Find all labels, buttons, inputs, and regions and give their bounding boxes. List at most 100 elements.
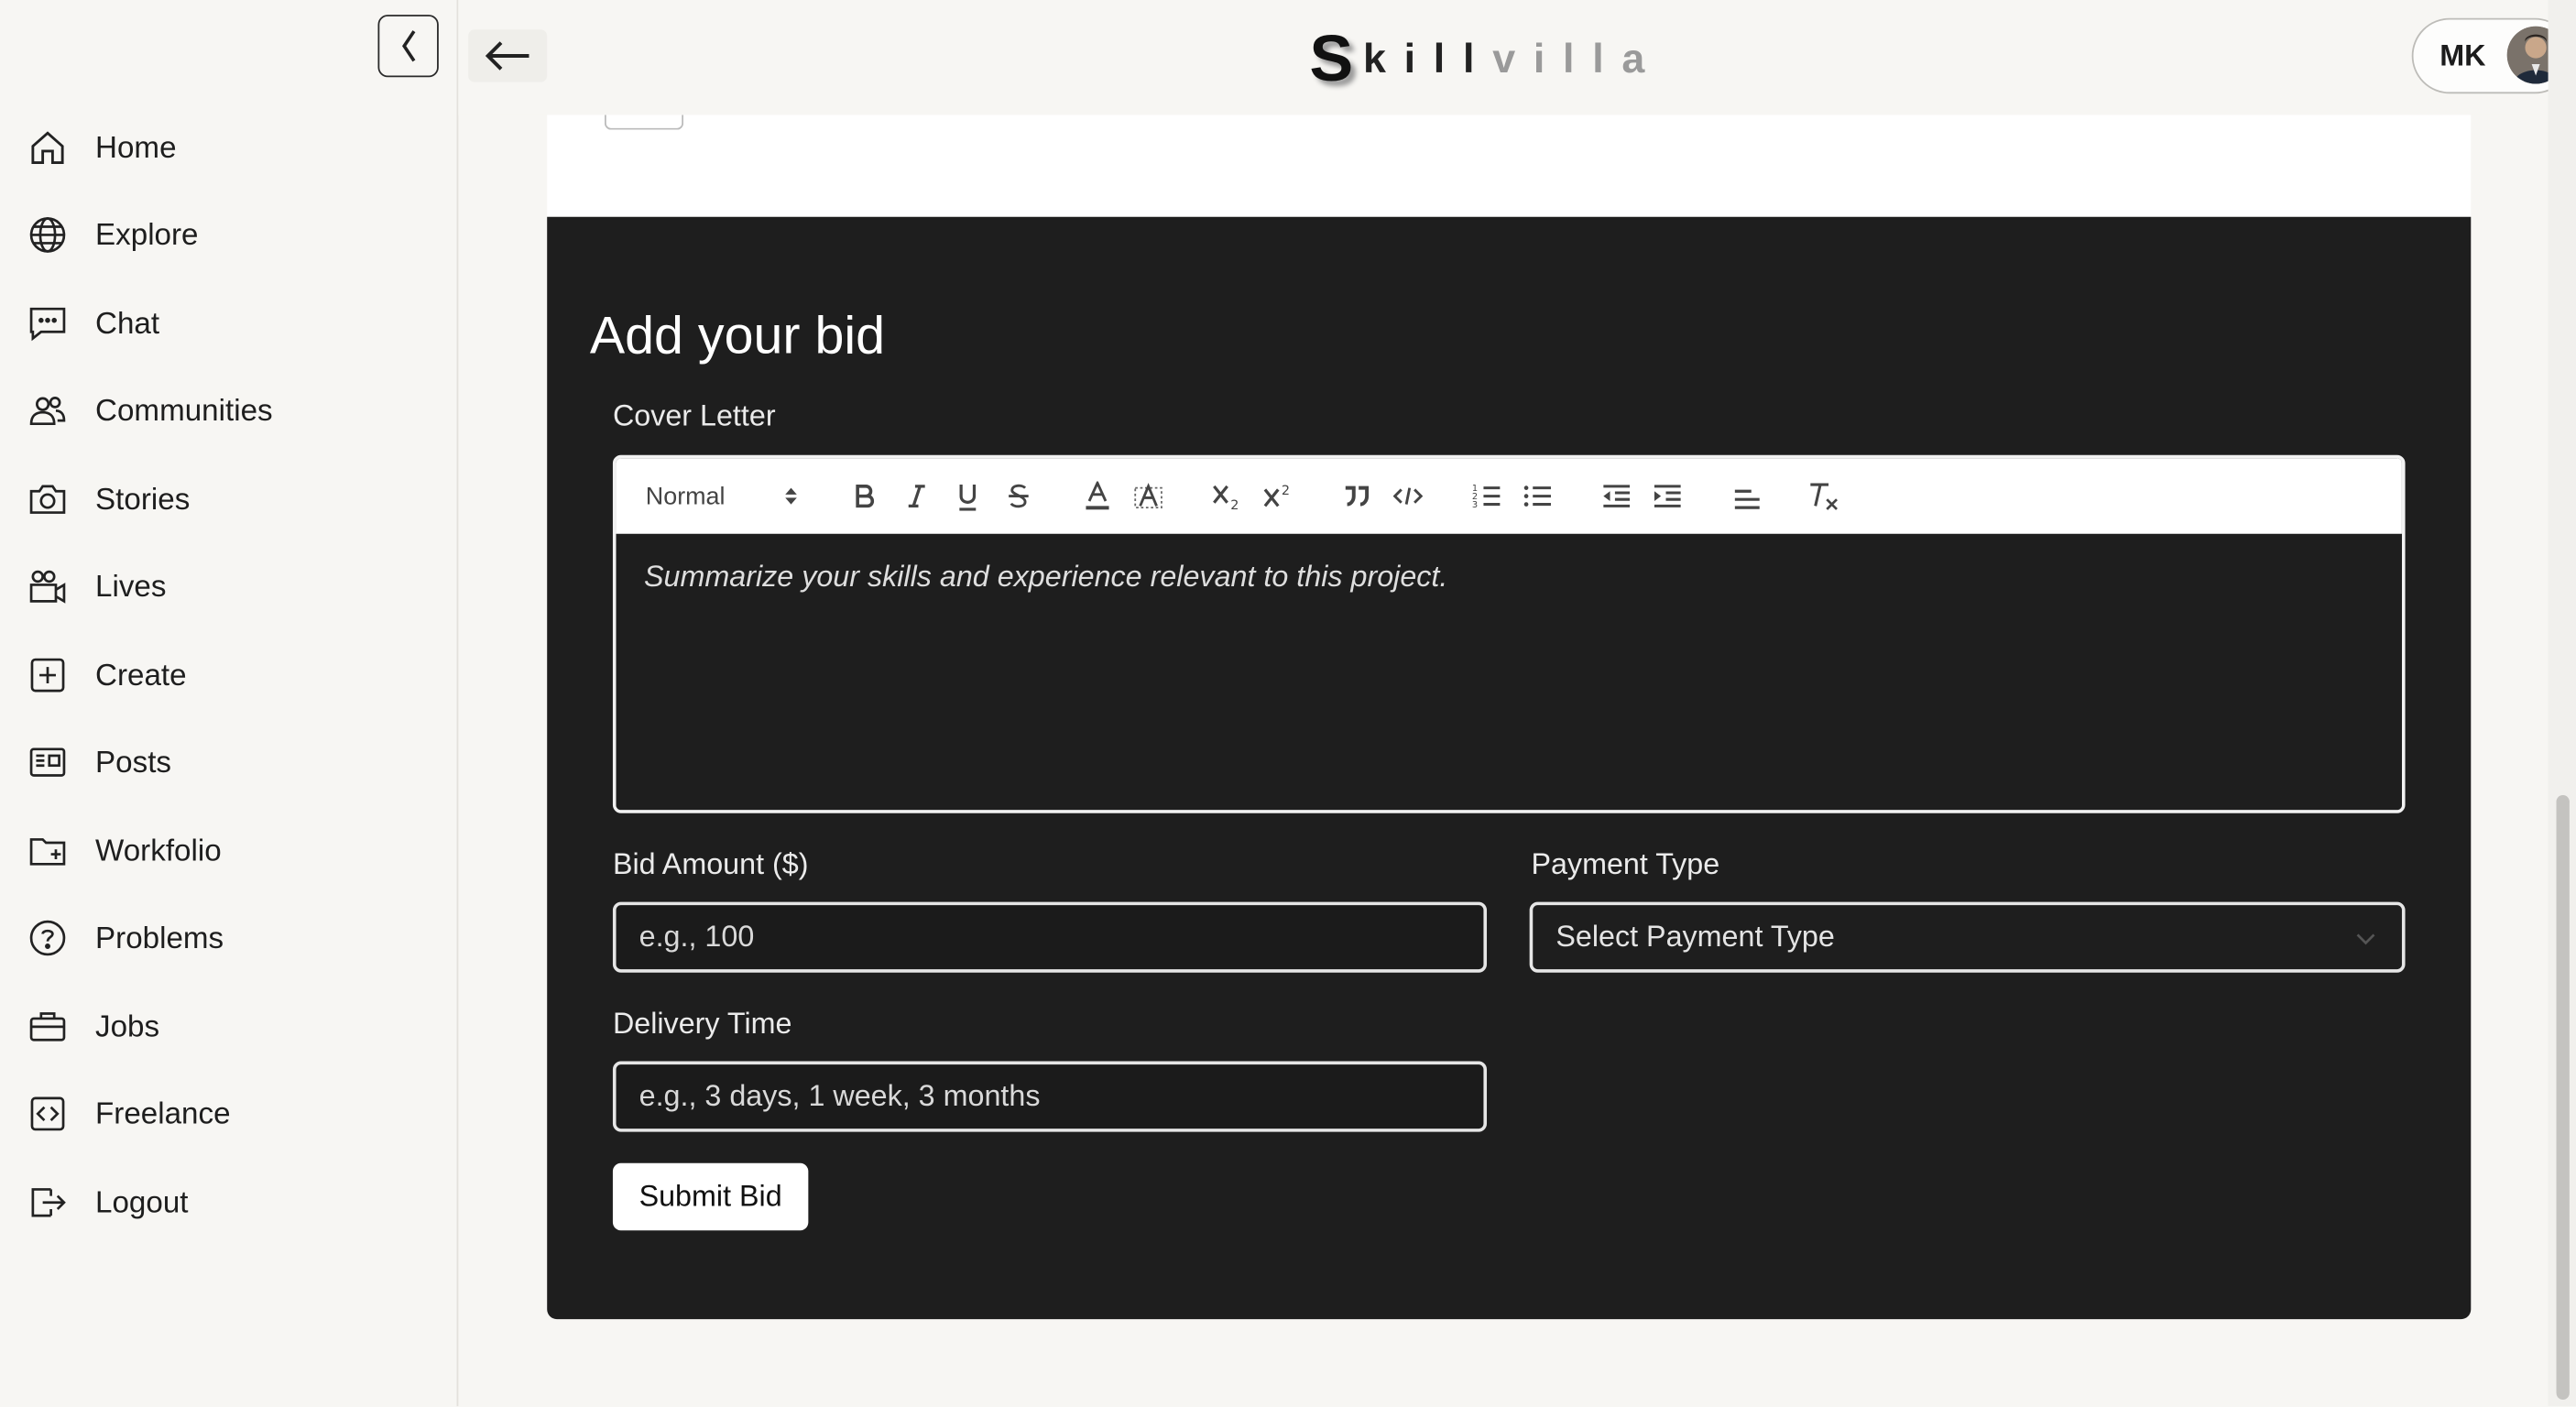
delivery-time-input[interactable] (612, 1061, 1488, 1132)
outdent-button[interactable] (1599, 478, 1634, 514)
profile-initials: MK (2440, 38, 2486, 72)
payment-type-label: Payment Type (1531, 847, 1720, 881)
arrow-left-icon (485, 41, 529, 71)
sidebar-item-create[interactable]: Create (0, 631, 457, 719)
cover-letter-input[interactable]: Summarize your skills and experience rel… (616, 533, 2402, 811)
outdent-icon (1603, 485, 1631, 507)
sidebar-item-explore[interactable]: Explore (0, 191, 457, 279)
align-button[interactable] (1729, 478, 1764, 514)
submit-bid-button[interactable]: Submit Bid (612, 1162, 809, 1231)
sidebar-item-stories[interactable]: Stories (0, 455, 457, 543)
text-color-icon (1086, 481, 1109, 510)
quote-icon (1345, 485, 1370, 507)
sidebar-item-communities[interactable]: Communities (0, 367, 457, 455)
align-left-icon (1734, 489, 1760, 509)
logo-bold-part: kill (1362, 35, 1493, 82)
chevron-left-icon (401, 30, 415, 62)
cover-letter-editor: Normal 2 2 123 Summarize your skills and… (612, 454, 2406, 813)
bid-form-panel: Add your bid Cover Letter Normal 2 2 123 (547, 216, 2472, 1320)
page-scrollbar[interactable] (2548, 0, 2576, 1407)
project-details-card (547, 115, 2472, 217)
sidebar-item-label: Logout (95, 1183, 189, 1219)
subscript-icon: 2 (1213, 485, 1239, 511)
svg-text:2: 2 (1230, 498, 1239, 511)
bullet-list-button[interactable] (1520, 478, 1555, 514)
code-icon (1392, 487, 1424, 505)
sidebar-item-chat[interactable]: Chat (0, 279, 457, 367)
clear-formatting-button[interactable] (1806, 478, 1841, 514)
bold-icon (856, 485, 875, 508)
bold-button[interactable] (846, 478, 882, 514)
sidebar-item-posts[interactable]: Posts (0, 719, 457, 807)
briefcase-icon (29, 1011, 66, 1042)
sidebar-item-label: Jobs (95, 1008, 160, 1043)
sidebar-item-jobs[interactable]: Jobs (0, 982, 457, 1070)
sidebar-item-home[interactable]: Home (0, 104, 457, 191)
ordered-list-button[interactable]: 123 (1468, 478, 1504, 514)
sidebar-item-lives[interactable]: Lives (0, 543, 457, 631)
sidebar-item-label: Chat (95, 305, 160, 340)
chevron-down-icon (2356, 933, 2375, 945)
sidebar-item-logout[interactable]: Logout (0, 1158, 457, 1246)
sidebar-item-label: Create (95, 656, 187, 692)
sidebar-item-label: Home (95, 129, 177, 164)
strikethrough-button[interactable] (1000, 478, 1036, 514)
sidebar-item-label: Lives (95, 568, 167, 604)
sidebar-item-problems[interactable]: Problems (0, 895, 457, 983)
sidebar-item-label: Freelance (95, 1096, 231, 1131)
payment-type-value: Select Payment Type (1555, 920, 1835, 954)
format-select[interactable]: Normal (646, 478, 810, 514)
video-icon (29, 571, 66, 605)
indent-button[interactable] (1650, 478, 1686, 514)
bid-form-title: Add your bid (589, 305, 886, 365)
bullet-list-icon (1523, 485, 1551, 507)
top-header: S killvilla MK (458, 0, 2576, 115)
italic-button[interactable] (899, 478, 934, 514)
code-block-button[interactable] (1390, 478, 1425, 514)
payment-type-select[interactable]: Select Payment Type (1529, 901, 2406, 973)
logo-wordmark: killvilla (1363, 36, 1663, 83)
highlight-icon (1134, 483, 1162, 509)
bid-amount-label: Bid Amount ($) (612, 847, 809, 881)
sidebar-item-label: Problems (95, 920, 224, 955)
code-square-icon (30, 1096, 65, 1131)
italic-icon (908, 485, 925, 507)
ordered-list-icon: 123 (1472, 484, 1501, 509)
svg-text:3: 3 (1472, 500, 1478, 509)
back-button[interactable] (468, 29, 548, 82)
sidebar-item-label: Explore (95, 217, 199, 252)
background-color-button[interactable] (1130, 478, 1166, 514)
bid-amount-input[interactable] (612, 901, 1488, 973)
sidebar-item-label: Stories (95, 481, 191, 516)
superscript-icon: 2 (1263, 484, 1290, 507)
sidebar: Home Explore Chat Communities Stories Li… (0, 0, 459, 1407)
scrollbar-thumb[interactable] (2556, 795, 2570, 1400)
indent-icon (1654, 485, 1681, 507)
plus-square-icon (30, 658, 65, 693)
folder-plus-icon (29, 837, 66, 866)
subscript-button[interactable]: 2 (1209, 478, 1245, 514)
question-circle-icon (29, 921, 66, 956)
sidebar-item-workfolio[interactable]: Workfolio (0, 807, 457, 895)
superscript-button[interactable]: 2 (1261, 478, 1296, 514)
sidebar-item-label: Workfolio (95, 832, 222, 867)
updown-icon (785, 487, 797, 505)
blockquote-button[interactable] (1339, 478, 1375, 514)
camera-icon (29, 485, 66, 514)
editor-toolbar: Normal 2 2 123 (616, 458, 2402, 534)
svg-text:2: 2 (1282, 484, 1290, 498)
text-color-button[interactable] (1079, 478, 1115, 514)
globe-icon (29, 217, 66, 254)
newspaper-icon (29, 747, 66, 778)
chat-icon (29, 307, 66, 341)
skillvilla-logo[interactable]: S killvilla (1309, 22, 1663, 95)
strikethrough-icon (1009, 484, 1029, 508)
card-button-stub[interactable] (604, 115, 684, 130)
logo-light-part: villa (1492, 35, 1664, 82)
collapse-sidebar-button[interactable] (377, 15, 439, 78)
underline-button[interactable] (950, 478, 986, 514)
sidebar-item-freelance[interactable]: Freelance (0, 1070, 457, 1158)
cover-letter-placeholder: Summarize your skills and experience rel… (644, 560, 1448, 594)
logout-icon (31, 1187, 66, 1217)
format-select-value: Normal (645, 482, 726, 510)
